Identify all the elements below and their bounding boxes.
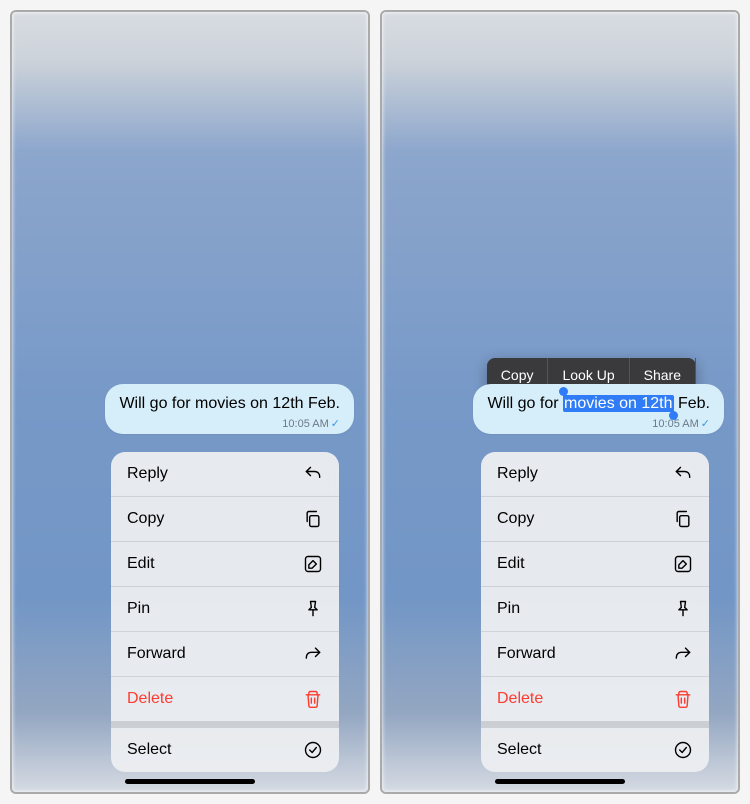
select-icon bbox=[673, 740, 693, 760]
pin-icon bbox=[303, 599, 323, 619]
menu-pin[interactable]: Pin bbox=[111, 587, 339, 632]
menu-forward[interactable]: Forward bbox=[481, 632, 709, 677]
message-bubble[interactable]: Will go for movies on 12th Feb. 10:05 AM… bbox=[473, 384, 724, 434]
home-indicator[interactable] bbox=[495, 779, 625, 784]
pin-icon bbox=[673, 599, 693, 619]
phone-right: Copy Look Up Share Will go for movies on… bbox=[380, 10, 740, 794]
select-icon bbox=[303, 740, 323, 760]
read-check-icon: ✓ bbox=[331, 417, 340, 430]
reply-icon bbox=[673, 464, 693, 484]
context-menu: Reply Copy Edit Pin Forward Delete Selec… bbox=[481, 452, 709, 772]
menu-copy[interactable]: Copy bbox=[111, 497, 339, 542]
menu-select[interactable]: Select bbox=[111, 728, 339, 772]
text-selection[interactable]: movies on 12th bbox=[563, 395, 674, 412]
menu-reply[interactable]: Reply bbox=[481, 452, 709, 497]
copy-icon bbox=[673, 509, 693, 529]
forward-icon bbox=[303, 644, 323, 664]
message-bubble[interactable]: Will go for movies on 12th Feb. 10:05 AM… bbox=[105, 384, 354, 434]
context-menu: Reply Copy Edit Pin Forward Delete Selec… bbox=[111, 452, 339, 772]
reply-icon bbox=[303, 464, 323, 484]
edit-icon bbox=[673, 554, 693, 574]
forward-icon bbox=[673, 644, 693, 664]
edit-icon bbox=[303, 554, 323, 574]
message-timestamp: 10:05 AM ✓ bbox=[487, 417, 710, 430]
menu-forward[interactable]: Forward bbox=[111, 632, 339, 677]
copy-icon bbox=[303, 509, 323, 529]
menu-edit[interactable]: Edit bbox=[111, 542, 339, 587]
menu-pin[interactable]: Pin bbox=[481, 587, 709, 632]
message-timestamp: 10:05 AM ✓ bbox=[119, 417, 340, 430]
message-text: Will go for movies on 12th Feb. bbox=[119, 394, 340, 415]
menu-copy[interactable]: Copy bbox=[481, 497, 709, 542]
menu-delete[interactable]: Delete bbox=[481, 677, 709, 728]
trash-icon bbox=[303, 689, 323, 709]
message-text: Will go for movies on 12th Feb. bbox=[487, 394, 710, 415]
menu-delete[interactable]: Delete bbox=[111, 677, 339, 728]
selection-handle-end[interactable] bbox=[669, 411, 678, 420]
menu-reply[interactable]: Reply bbox=[111, 452, 339, 497]
read-check-icon: ✓ bbox=[701, 417, 710, 430]
phone-left: Will go for movies on 12th Feb. 10:05 AM… bbox=[10, 10, 370, 794]
menu-select[interactable]: Select bbox=[481, 728, 709, 772]
menu-edit[interactable]: Edit bbox=[481, 542, 709, 587]
home-indicator[interactable] bbox=[125, 779, 255, 784]
trash-icon bbox=[673, 689, 693, 709]
